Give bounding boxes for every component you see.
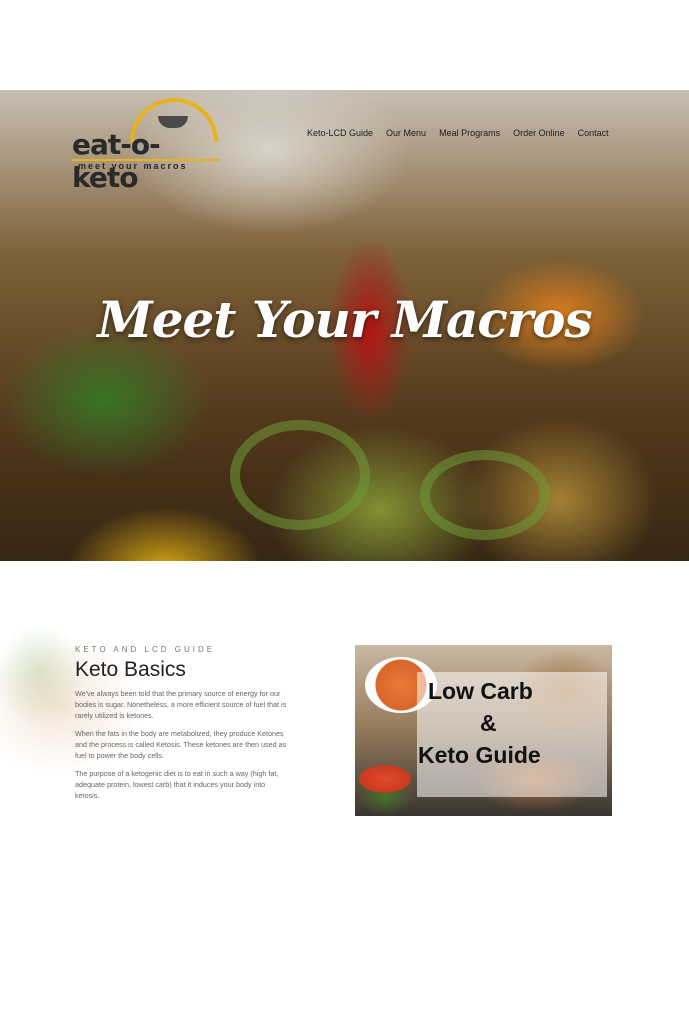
nav-item-keto-lcd-guide[interactable]: Keto-LCD Guide bbox=[307, 128, 373, 138]
nav-item-our-menu[interactable]: Our Menu bbox=[386, 128, 426, 138]
logo-tagline: meet your macros bbox=[78, 161, 188, 171]
hero-title: Meet Your Macros bbox=[97, 290, 592, 349]
guide-line-1: Low Carb bbox=[428, 678, 533, 704]
nav-item-meal-programs[interactable]: Meal Programs bbox=[439, 128, 500, 138]
section-heading: Keto Basics bbox=[75, 658, 186, 681]
main-nav: Keto-LCD Guide Our Menu Meal Programs Or… bbox=[307, 128, 622, 138]
guide-line-3: Keto Guide bbox=[418, 742, 541, 768]
nav-item-order-online[interactable]: Order Online bbox=[513, 128, 565, 138]
nav-item-contact[interactable]: Contact bbox=[578, 128, 609, 138]
section-paragraph-2: When the fats in the body are metabolize… bbox=[75, 729, 287, 760]
low-carb-keto-guide-image[interactable]: Low Carb & Keto Guide bbox=[355, 645, 612, 816]
sauce-plate-image bbox=[355, 763, 415, 795]
site-logo[interactable]: eat-o-keto meet your macros bbox=[72, 98, 222, 194]
section-paragraph-1: We've always been told that the primary … bbox=[75, 689, 287, 720]
section-paragraph-3: The purpose of a ketogenic diet is to ea… bbox=[75, 769, 279, 800]
guide-line-2: & bbox=[480, 710, 497, 736]
section-eyebrow: KETO AND LCD GUIDE bbox=[75, 645, 216, 654]
